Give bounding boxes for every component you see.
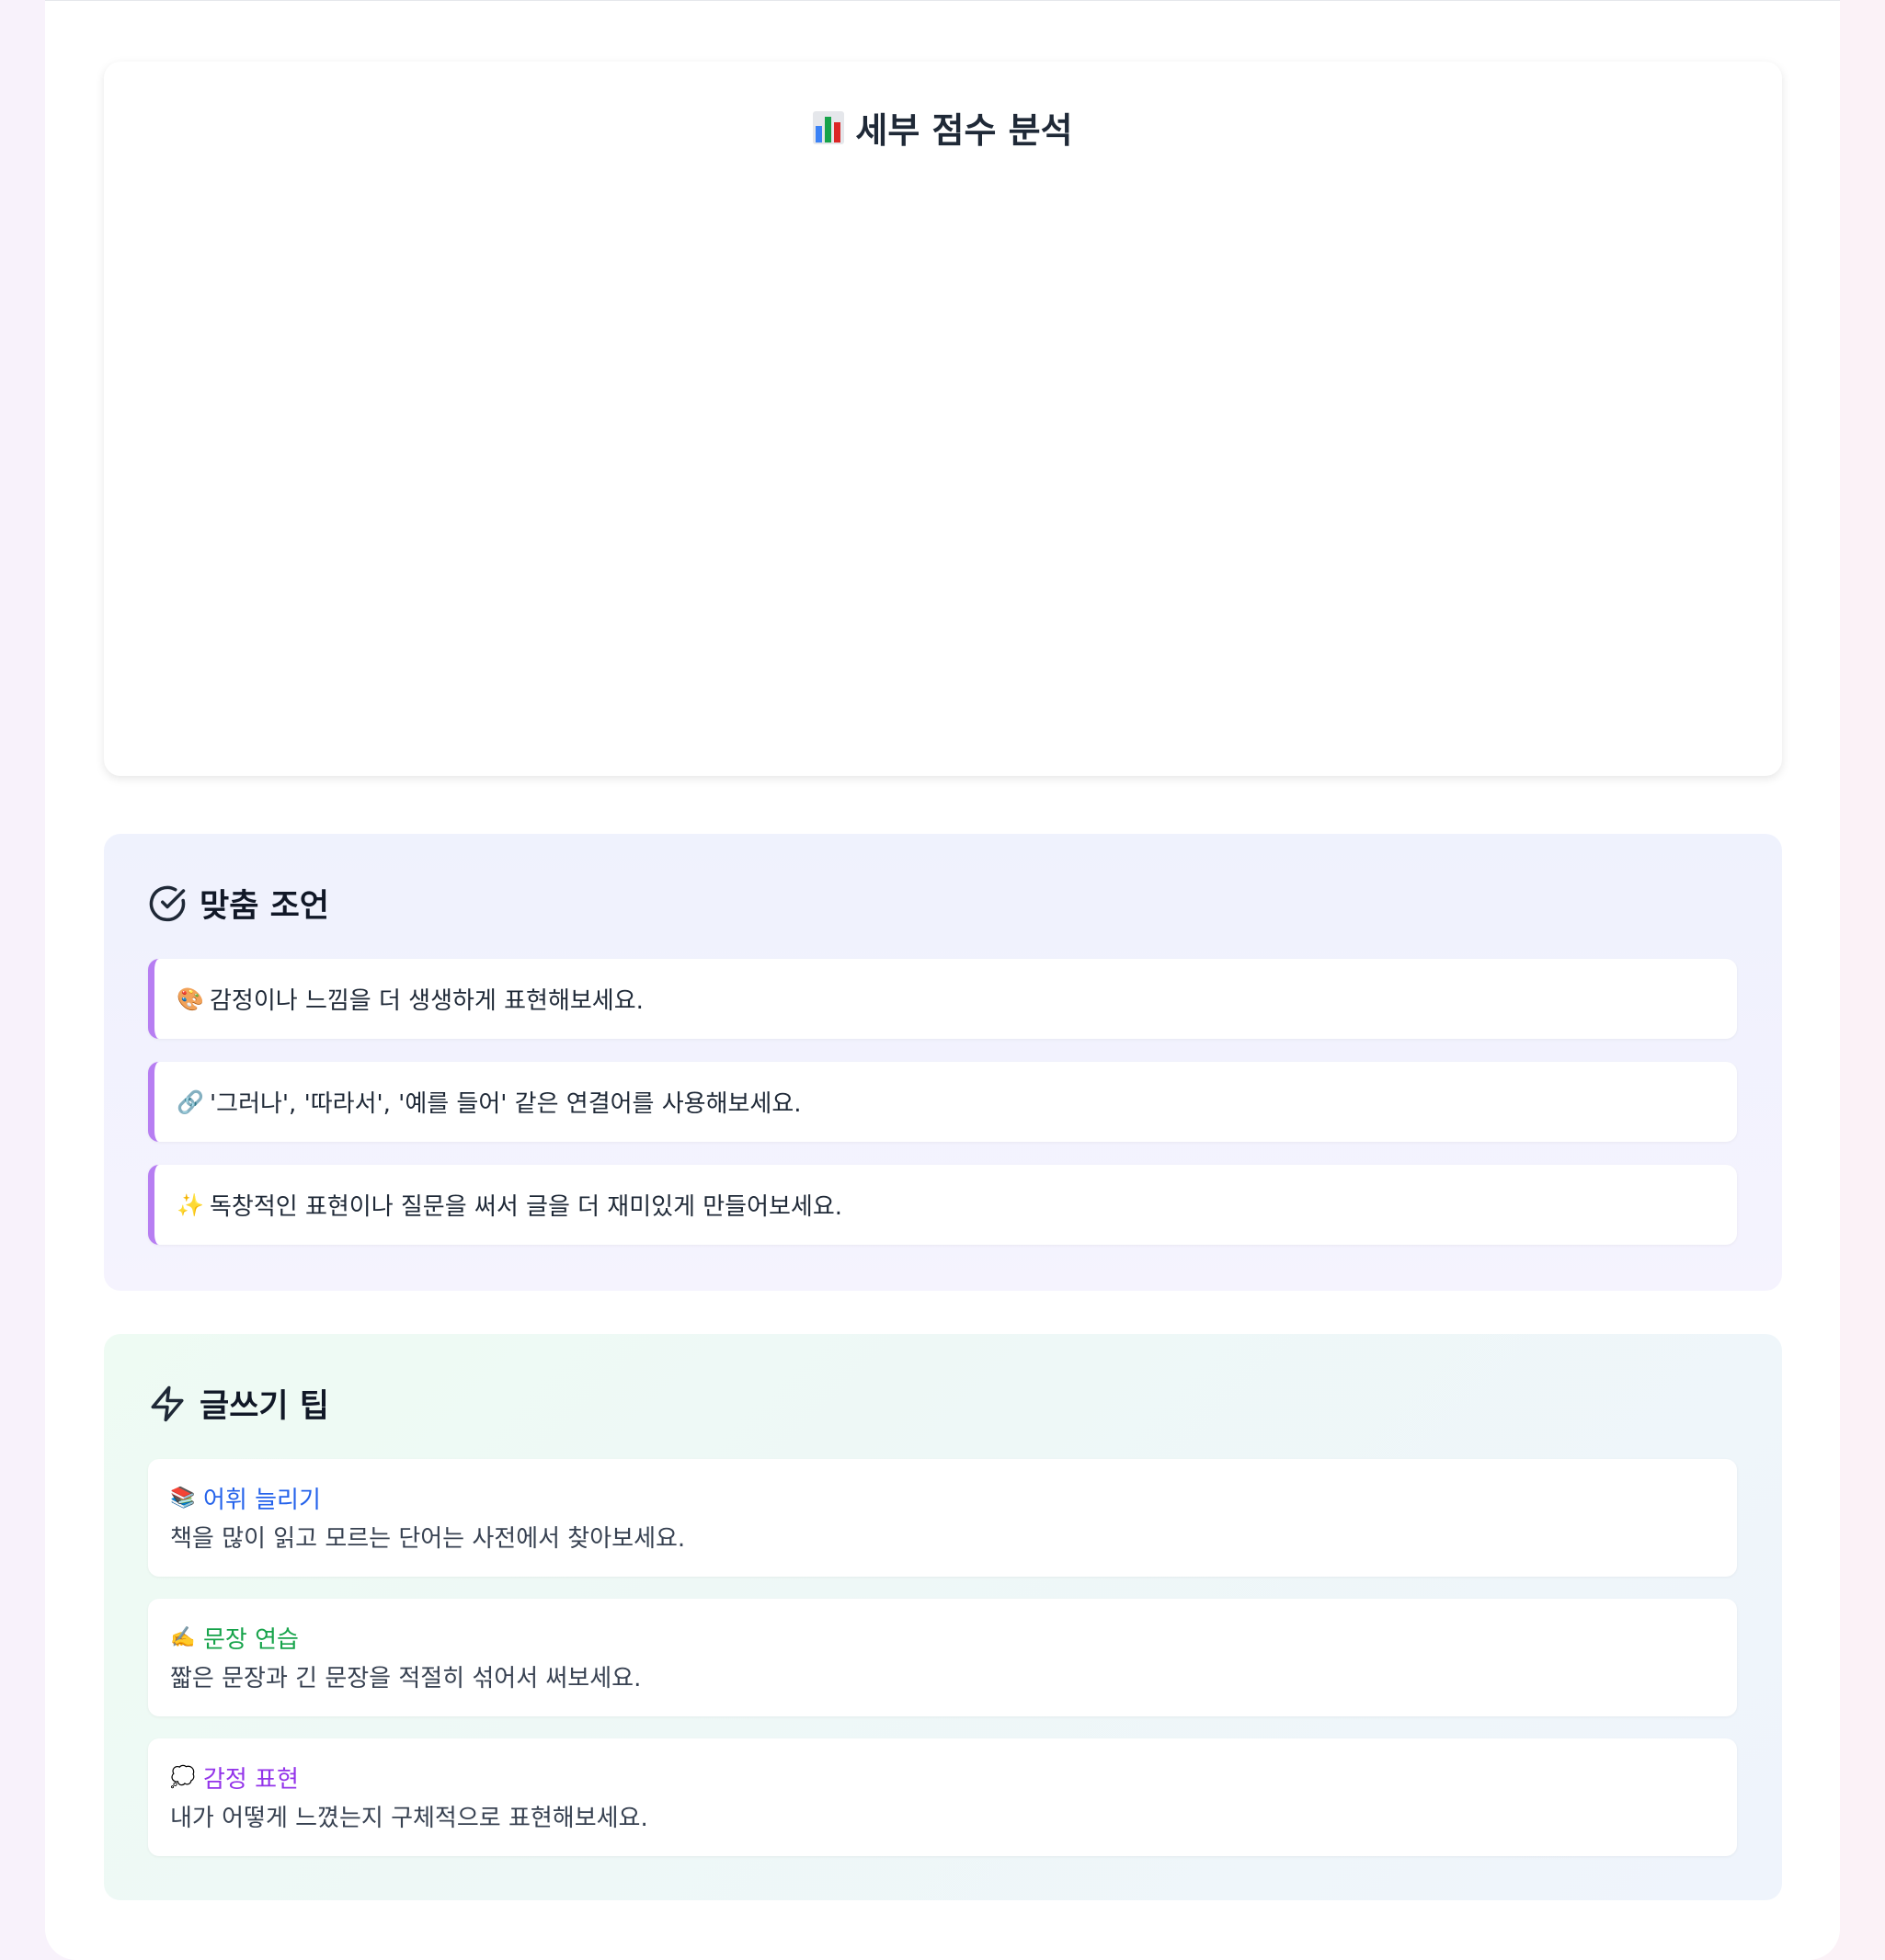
tips-heading: 글쓰기 팁 xyxy=(148,1380,329,1427)
advice-heading-text: 맞춤 조언 xyxy=(200,888,329,925)
tip-title: 문장 연습 xyxy=(203,1625,299,1654)
advice-text: 감정이나 느낌을 더 생생하게 표현해보세요. xyxy=(210,987,644,1015)
check-circle-icon xyxy=(149,885,186,921)
chart-title: 세부 점수 분석 xyxy=(104,102,1782,153)
chart-title-text: 세부 점수 분석 xyxy=(855,110,1073,151)
tip-title: 감정 표현 xyxy=(203,1765,299,1794)
advice-item: 🎨 감정이나 느낌을 더 생생하게 표현해보세요. xyxy=(148,959,1737,1039)
bar-chart-icon xyxy=(813,110,845,144)
thought-bubble-icon: 💭 xyxy=(170,1765,196,1789)
link-icon: 🔗 xyxy=(177,1088,204,1115)
advice-item: 🔗 '그러나', '따라서', '예를 들어' 같은 연결어를 사용해보세요. xyxy=(148,1062,1737,1142)
advice-item: ✨ 독창적인 표현이나 질문을 써서 글을 더 재미있게 만들어보세요. xyxy=(148,1165,1737,1245)
advice-panel: 맞춤 조언 🎨 감정이나 느낌을 더 생생하게 표현해보세요. 🔗 '그러나',… xyxy=(104,834,1782,1291)
tip-description: 짧은 문장과 긴 문장을 적절히 섞어서 써보세요. xyxy=(170,1665,642,1692)
tip-item-emotion: 💭 감정 표현 내가 어떻게 느꼈는지 구체적으로 표현해보세요. xyxy=(148,1738,1737,1856)
advice-text: 독창적인 표현이나 질문을 써서 글을 더 재미있게 만들어보세요. xyxy=(210,1193,843,1221)
tip-description: 책을 많이 읽고 모르는 단어는 사전에서 찾아보세요. xyxy=(170,1525,686,1553)
books-icon: 📚 xyxy=(170,1486,196,1510)
sparkles-icon: ✨ xyxy=(177,1191,204,1218)
advice-heading: 맞춤 조언 xyxy=(148,880,329,927)
tip-title: 어휘 늘리기 xyxy=(203,1486,321,1514)
report-page: 세부 점수 분석 맞춤 조언 🎨 감정이나 느낌을 더 생생하게 표현해보세요.… xyxy=(45,0,1840,1960)
lightning-icon xyxy=(151,1385,184,1421)
tips-heading-text: 글쓰기 팁 xyxy=(200,1388,329,1425)
tip-item-sentence: ✍️ 문장 연습 짧은 문장과 긴 문장을 적절히 섞어서 써보세요. xyxy=(148,1599,1737,1716)
chart-area xyxy=(141,181,1745,748)
writing-hand-icon: ✍️ xyxy=(170,1625,196,1649)
tip-description: 내가 어떻게 느꼈는지 구체적으로 표현해보세요. xyxy=(170,1805,648,1832)
palette-icon: 🎨 xyxy=(177,986,204,1012)
advice-text: '그러나', '따라서', '예를 들어' 같은 연결어를 사용해보세요. xyxy=(210,1090,802,1118)
score-chart-card: 세부 점수 분석 xyxy=(104,62,1782,776)
tip-item-vocabulary: 📚 어휘 늘리기 책을 많이 읽고 모르는 단어는 사전에서 찾아보세요. xyxy=(148,1459,1737,1577)
tips-panel: 글쓰기 팁 📚 어휘 늘리기 책을 많이 읽고 모르는 단어는 사전에서 찾아보… xyxy=(104,1334,1782,1900)
